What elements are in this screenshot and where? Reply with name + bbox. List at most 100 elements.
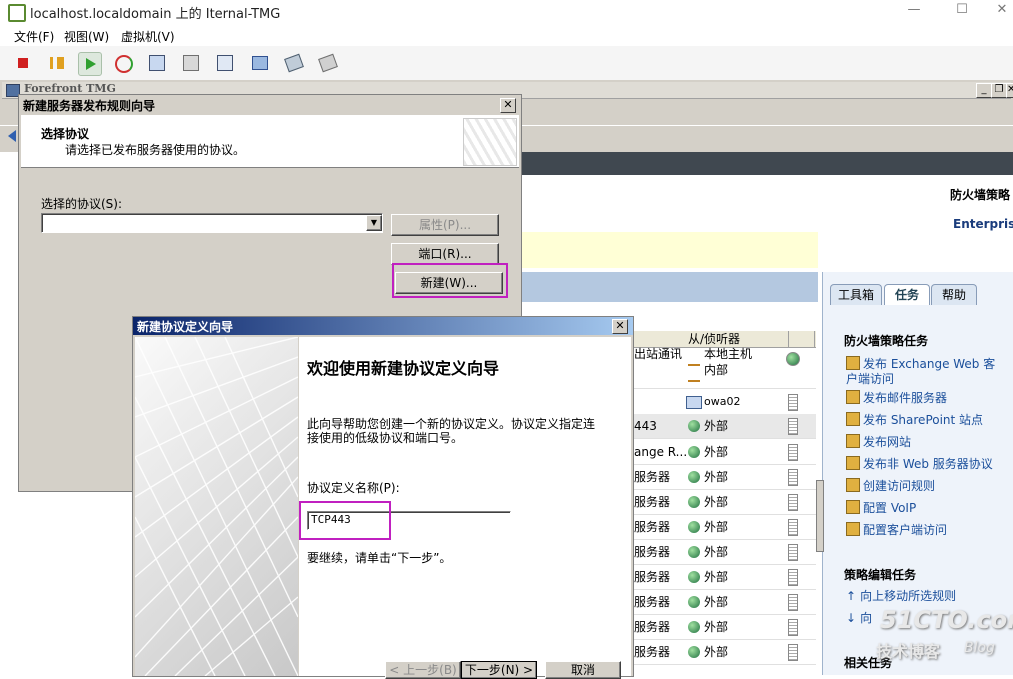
destination-icon: [786, 352, 800, 366]
policy-header-subtitle: Enterprise: [953, 217, 1013, 231]
unity-icon[interactable]: [282, 52, 304, 74]
destination-icon: [788, 644, 798, 661]
revert-icon[interactable]: [180, 52, 202, 74]
dialog1-heading: 选择协议: [41, 127, 90, 141]
table-row[interactable]: 服务器 外部: [632, 640, 816, 665]
dialog1-close-button[interactable]: ✕: [500, 98, 516, 113]
host-window-title: localhost.localdomain 上的 Iternal-TMG: [30, 7, 281, 22]
destination-icon: [788, 544, 798, 561]
snapshot-manager-icon[interactable]: [214, 52, 236, 74]
destination-icon: [788, 494, 798, 511]
task-pane-splitter[interactable]: [816, 480, 824, 552]
destination-icon: [788, 619, 798, 636]
table-row[interactable]: ange R... 外部: [632, 440, 816, 465]
menu-vm[interactable]: 虚拟机(V): [121, 28, 175, 45]
dialog2-close-button[interactable]: ✕: [612, 319, 628, 334]
task-publish-sharepoint[interactable]: 发布 SharePoint 站点: [846, 412, 1006, 428]
dialog1-title: 新建服务器发布规则向导: [23, 99, 156, 113]
from-cell: 外部: [704, 470, 729, 484]
maximize-icon[interactable]: ☐: [950, 2, 974, 20]
task-publish-website[interactable]: 发布网站: [846, 434, 1006, 450]
destination-icon: [788, 418, 798, 435]
back-arrow-icon[interactable]: [8, 130, 16, 142]
rule-name-cell: 服务器: [634, 520, 671, 534]
table-row[interactable]: owa02: [632, 390, 816, 415]
publish-icon: [846, 412, 860, 426]
destination-icon: [788, 569, 798, 586]
continue-hint: 要继续，请单击“下一步”。: [307, 551, 452, 565]
stop-icon[interactable]: [12, 52, 34, 74]
from-cell: owa02: [704, 395, 741, 408]
publish-icon: [846, 434, 860, 448]
column-header-to[interactable]: [789, 331, 815, 347]
table-row[interactable]: 服务器 外部: [632, 465, 816, 490]
task-label: 发布 SharePoint 站点: [863, 413, 984, 427]
table-row[interactable]: 出站通讯 本地主机 内部: [632, 347, 816, 389]
access-rule-icon: [846, 478, 860, 492]
properties-button[interactable]: 属性(P)...: [391, 214, 499, 236]
task-create-access-rule[interactable]: 创建访问规则: [846, 478, 1006, 494]
task-configure-client-access[interactable]: 配置客户端访问: [846, 522, 1006, 538]
task-move-up[interactable]: ↑ 向上移动所选规则: [846, 589, 1006, 604]
menu-view[interactable]: 视图(W): [64, 28, 109, 45]
table-row[interactable]: 服务器 外部: [632, 565, 816, 590]
task-configure-voip[interactable]: 配置 VoIP: [846, 500, 1006, 516]
tree-pane: [0, 152, 19, 675]
snapshot-icon[interactable]: [146, 52, 168, 74]
task-publish-exchange[interactable]: 发布 Exchange Web 客户端访问: [846, 356, 1006, 387]
policy-header-title: 防火墙策略: [950, 188, 1011, 202]
table-row[interactable]: 服务器 外部: [632, 515, 816, 540]
menu-file[interactable]: 文件(F): [14, 28, 54, 45]
mdi-restore-button[interactable]: ❐: [991, 83, 1007, 98]
rule-name-cell: 服务器: [634, 620, 671, 634]
table-row[interactable]: 服务器 外部: [632, 540, 816, 565]
ports-button[interactable]: 端口(R)...: [391, 243, 499, 265]
rule-name-cell: 服务器: [634, 645, 671, 659]
up-arrow-icon: ↑: [846, 589, 857, 603]
task-publish-mail[interactable]: 发布邮件服务器: [846, 390, 1006, 406]
tab-toolbox[interactable]: 工具箱: [830, 284, 882, 305]
globe-icon: [688, 496, 700, 508]
dialog2-title-bar: 新建协议定义向导 ✕: [133, 317, 633, 335]
mdi-close-button[interactable]: ✕: [1006, 83, 1013, 98]
wizard-art-lines: [135, 337, 298, 676]
minimize-icon[interactable]: —: [902, 2, 926, 20]
globe-icon: [688, 596, 700, 608]
new-button-highlight: [392, 263, 508, 298]
globe-icon: [688, 546, 700, 558]
destination-icon: [788, 394, 798, 411]
vmware-logo-icon: [8, 4, 26, 22]
wizard-description: 此向导帮助您创建一个新的协议定义。协议定义指定连接使用的低级协议和端口号。: [307, 417, 596, 445]
task-label: 发布 Exchange Web 客户端访问: [846, 357, 996, 386]
listener-icon: [686, 396, 702, 409]
table-row[interactable]: 服务器 外部: [632, 590, 816, 615]
pause-icon[interactable]: [44, 52, 66, 74]
watermark-site: 51CTO.com: [880, 606, 1013, 634]
policy-edit-tasks-heading: 策略编辑任务: [844, 568, 917, 582]
rule-name-cell: 服务器: [634, 470, 671, 484]
protocol-combobox[interactable]: ▼: [41, 213, 383, 233]
table-row[interactable]: 443 外部: [632, 414, 816, 439]
settings-icon[interactable]: [316, 52, 338, 74]
table-row[interactable]: 服务器 外部: [632, 615, 816, 640]
globe-icon: [688, 521, 700, 533]
reset-icon[interactable]: [112, 52, 134, 74]
tab-help[interactable]: 帮助: [931, 284, 977, 305]
down-arrow-icon: ↓: [846, 611, 857, 625]
dialog2-title: 新建协议定义向导: [137, 320, 234, 334]
back-button[interactable]: < 上一步(B): [385, 661, 461, 679]
task-publish-nonweb[interactable]: 发布非 Web 服务器协议: [846, 456, 1006, 472]
globe-icon: [688, 471, 700, 483]
chevron-down-icon[interactable]: ▼: [366, 215, 382, 231]
tab-tasks[interactable]: 任务: [884, 284, 930, 305]
table-row[interactable]: 服务器 外部: [632, 490, 816, 515]
wizard-banner-icon: [463, 118, 517, 166]
from-cell: 外部: [704, 645, 729, 659]
from-cell: 外部: [704, 419, 729, 433]
close-icon[interactable]: ✕: [990, 2, 1013, 20]
cancel-button[interactable]: 取消: [545, 661, 621, 679]
mdi-minimize-button[interactable]: _: [976, 83, 992, 98]
play-icon[interactable]: [78, 52, 102, 76]
next-button[interactable]: 下一步(N) >: [461, 661, 537, 679]
fullscreen-icon[interactable]: [248, 52, 270, 74]
